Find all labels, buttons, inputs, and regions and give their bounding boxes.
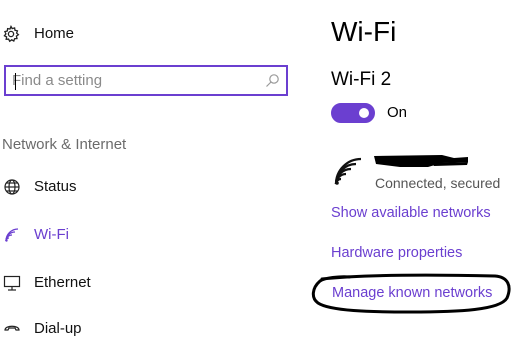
search-input[interactable] <box>12 71 262 89</box>
sidebar-item-label: Dial-up <box>34 320 82 337</box>
connection-status: Connected, secured <box>375 175 501 191</box>
page-title: Wi-Fi <box>331 16 397 47</box>
sidebar-home[interactable]: Home <box>0 19 300 49</box>
wifi-toggle[interactable] <box>331 103 375 123</box>
toggle-knob <box>359 108 369 118</box>
sidebar-item-wifi[interactable]: Wi-Fi <box>0 219 300 251</box>
sidebar-item-dial-up[interactable]: Dial-up <box>0 313 300 345</box>
sidebar-item-label: Ethernet <box>34 274 91 291</box>
dial-up-icon <box>4 325 20 331</box>
show-available-networks-link[interactable]: Show available networks <box>331 205 491 221</box>
manage-known-networks-link[interactable]: Manage known networks <box>332 285 492 301</box>
ethernet-icon <box>3 275 21 291</box>
toggle-state-label: On <box>387 104 408 121</box>
wifi-signal-icon[interactable] <box>333 157 363 187</box>
gear-icon <box>3 25 20 43</box>
redacted-network-name <box>374 155 468 167</box>
globe-icon <box>4 179 20 195</box>
section-heading: Network & Internet <box>2 136 127 153</box>
network-adapter-name: Wi-Fi 2 <box>331 69 392 90</box>
hardware-properties-link[interactable]: Hardware properties <box>331 245 462 261</box>
search-box[interactable] <box>4 65 288 96</box>
sidebar-item-status[interactable]: Status <box>0 171 300 203</box>
home-label: Home <box>34 25 75 42</box>
wifi-icon <box>5 228 19 242</box>
search-icon[interactable] <box>265 73 280 88</box>
sidebar-item-label: Wi-Fi <box>34 226 69 243</box>
text-caret <box>15 73 16 90</box>
sidebar-item-ethernet[interactable]: Ethernet <box>0 267 300 299</box>
sidebar-item-label: Status <box>34 178 77 195</box>
